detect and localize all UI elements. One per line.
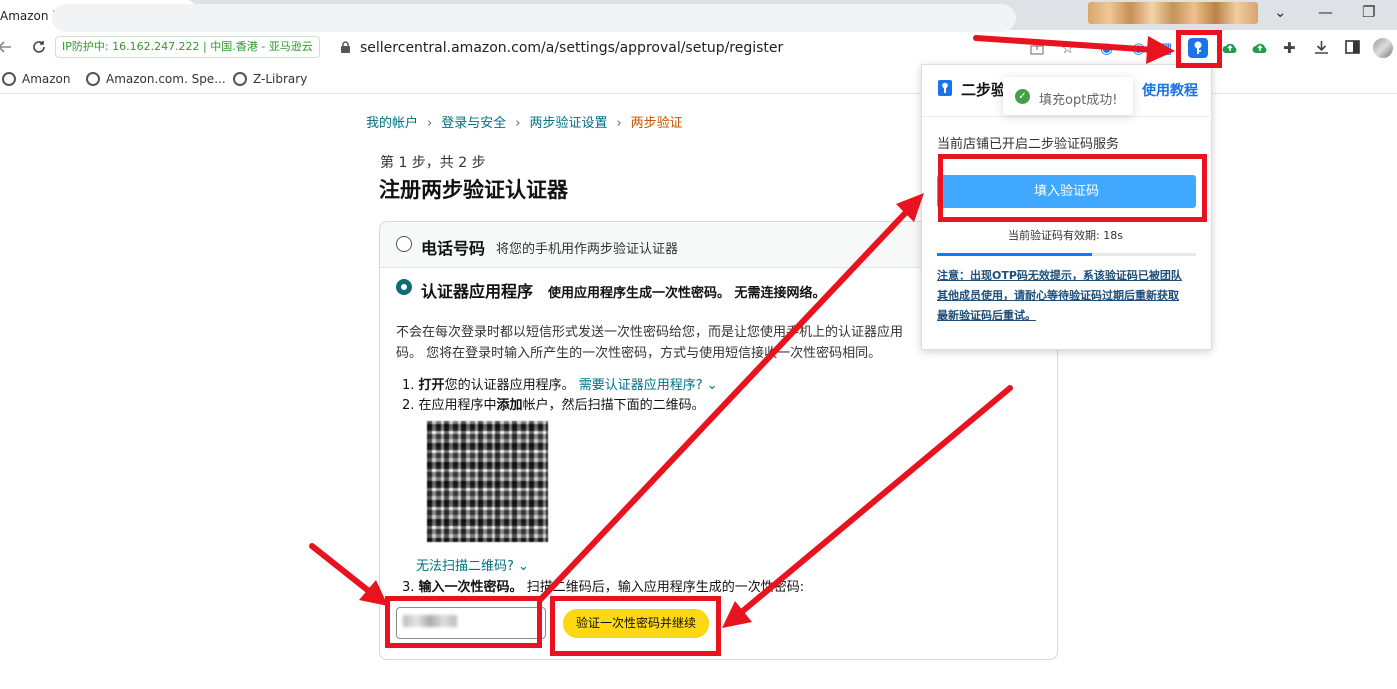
code-validity-text: 当前验证码有效期: 18s	[1008, 229, 1123, 242]
breadcrumb-2sv-settings[interactable]: 两步验证设置	[529, 116, 607, 131]
instruction-step-1: 1. 打开您的认证器应用程序。 需要认证器应用程序? ⌄	[402, 378, 718, 393]
toast-message: 填充opt成功!	[1039, 93, 1118, 108]
chevron-down-icon: ⌄	[513, 559, 529, 574]
app-option-desc: 使用应用程序生成一次性密码。 无需连接网络。	[548, 286, 826, 301]
app-option-title: 认证器应用程序	[421, 282, 534, 301]
side-panel-icon[interactable]	[1345, 40, 1360, 54]
tutorial-link[interactable]: 使用教程	[1142, 80, 1198, 100]
instruction-step-3: 3. 输入一次性密码。 扫描二维码后，输入应用程序生成的一次性密码:	[402, 580, 805, 595]
breadcrumb-my-account[interactable]: 我的帐户	[366, 116, 418, 131]
address-bar[interactable]	[52, 4, 1016, 32]
step-indicator: 第 1 步，共 2 步	[380, 155, 486, 171]
puzzle-icon[interactable]: ✚	[1283, 38, 1296, 58]
annotation-arrowhead	[896, 193, 924, 222]
phone-option-desc: 将您的手机用作两步验证认证器	[496, 242, 679, 257]
breadcrumb: 我的帐户 › 登录与安全 › 两步验证设置 › 两步验证	[366, 116, 683, 131]
annotation-box-extension	[1176, 30, 1222, 68]
annotation-box-verify-button	[550, 596, 721, 656]
minimize-icon[interactable]: —	[1318, 3, 1333, 21]
popup-status-text: 当前店铺已开启二步验证码服务	[937, 137, 1120, 152]
annotation-box-otp-input	[385, 596, 542, 648]
cloud-upload-icon[interactable]	[1222, 40, 1238, 54]
chevron-down-icon: ⌄	[702, 378, 718, 393]
app-option-explanation: 不会在每次登录时都以短信形式发送一次性密码给您，而是让您使用手机上的认证器应用	[396, 325, 904, 340]
cloud-upload-icon[interactable]	[1252, 40, 1268, 54]
ip-protection-chip[interactable]: IP防护中: 16.162.247.222 | 中国.香港 - 亚马逊云	[55, 36, 320, 58]
check-circle-icon: ✓	[1015, 89, 1030, 104]
share-icon[interactable]	[1030, 41, 1044, 55]
extension-icon[interactable]: ◉	[1100, 38, 1113, 58]
bookmark-star-icon[interactable]: ☆	[1061, 38, 1074, 58]
annotation-box-fill-button	[938, 154, 1207, 222]
notice-line: 注意：出现OTP码无效提示，系该验证码已被团队	[937, 269, 1182, 282]
phone-option-radio[interactable]	[396, 236, 412, 252]
app-option-explanation-cont: 码。 您将在登录时输入所产生的一次性密码，方式与使用短信接收一次性密码相同。	[396, 346, 882, 361]
globe-icon	[2, 72, 16, 86]
bookmark-zlibrary[interactable]: Z-Library	[233, 72, 307, 86]
extension-icon[interactable]: ◉	[1132, 38, 1145, 58]
tab-search-icon[interactable]: ⌄	[1274, 3, 1287, 21]
notice-line: 最新验证码后重试。	[937, 309, 1036, 322]
key-icon	[938, 80, 952, 96]
code-validity-progress-fill	[937, 253, 1093, 256]
notice-line: 其他成员使用，请耐心等待验证码过期后重新获取	[937, 289, 1179, 302]
cant-scan-link[interactable]: 无法扫描二维码? ⌄	[416, 555, 529, 574]
lock-icon[interactable]	[340, 41, 351, 53]
popup-title: 二步验	[961, 81, 1007, 99]
breadcrumb-login-security[interactable]: 登录与安全	[441, 116, 506, 131]
globe-icon	[86, 72, 100, 86]
instruction-step-2: 2. 在应用程序中添加帐户，然后扫描下面的二维码。	[402, 398, 705, 413]
extension-icon[interactable]: ▦	[1158, 38, 1172, 58]
url-text[interactable]: sellercentral.amazon.com/a/settings/appr…	[360, 40, 783, 56]
blurred-profile-area	[1088, 2, 1258, 24]
app-option-radio[interactable]	[396, 279, 412, 295]
avatar-icon[interactable]	[1373, 38, 1393, 58]
qr-code	[427, 421, 548, 542]
bookmark-amazon-com[interactable]: Amazon.com. Spe...	[86, 72, 226, 86]
maximize-icon[interactable]: ❐	[1362, 3, 1375, 21]
globe-icon	[233, 72, 247, 86]
back-arrow-icon[interactable]	[0, 40, 12, 54]
code-validity-progress	[937, 253, 1196, 256]
phone-option-title: 电话号码	[421, 239, 486, 258]
download-icon[interactable]	[1314, 40, 1329, 55]
breadcrumb-current: 两步验证	[630, 116, 683, 131]
page-title: 注册两步验证认证器	[379, 178, 568, 202]
reload-icon[interactable]	[32, 40, 46, 54]
bookmark-amazon[interactable]: Amazon	[2, 72, 71, 86]
need-app-link[interactable]: 需要认证器应用程序?	[579, 378, 703, 393]
annotation-arrow	[309, 543, 373, 595]
